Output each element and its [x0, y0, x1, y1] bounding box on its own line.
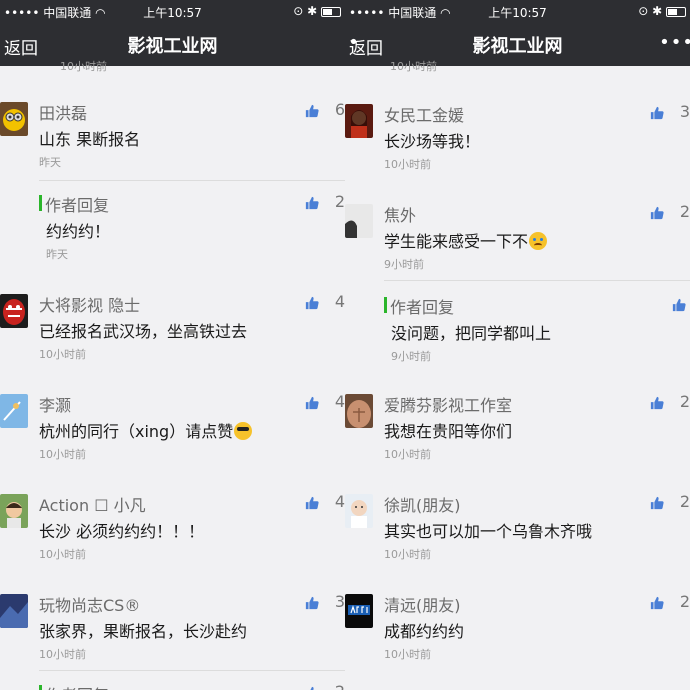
commenter-name[interactable]: 焦外 — [384, 202, 416, 226]
reply-time: 昨天 — [46, 248, 68, 261]
status-bar: ••••• 中国联通 ◠ 上午10:57 ⊙ ✱ — [345, 0, 690, 22]
comment-time: 10小时前 — [384, 448, 431, 461]
alarm-icon: ⊙ — [638, 4, 649, 18]
cool-emoji-icon — [234, 422, 253, 440]
nav-bar: 返回 影视工业网 — [0, 22, 345, 66]
page-title: 影视工业网 — [127, 36, 218, 57]
child-avatar — [0, 494, 28, 528]
comment-time: 10小时前 — [39, 648, 86, 661]
like-icon[interactable] — [305, 196, 319, 210]
comment-time: 10小时前 — [384, 648, 431, 661]
mountain-avatar — [0, 594, 28, 628]
like-icon[interactable] — [305, 496, 319, 510]
divider — [39, 670, 345, 671]
reply-text: 约约约！ — [46, 222, 111, 241]
comment-time: 10小时前 — [384, 548, 431, 561]
like-icon[interactable] — [672, 298, 686, 312]
bluetooth-icon: ✱ — [652, 4, 663, 18]
mask-avatar — [0, 294, 28, 328]
reply-label: 作者回复 — [45, 196, 110, 215]
comment-text: 成都约约约 — [384, 622, 465, 641]
reply-marker — [384, 297, 387, 313]
comment-text: 学生能来感受一下不 — [384, 228, 548, 252]
commenter-name[interactable]: 田洪磊 — [39, 100, 87, 124]
like-count: 2 — [335, 682, 345, 690]
reply-label: 作者回复 — [45, 682, 109, 690]
commenter-name[interactable]: 爱腾芬影视工作室 — [384, 392, 512, 416]
like-icon[interactable] — [305, 296, 319, 310]
alarm-icon: ⊙ — [293, 4, 304, 18]
battery-icon — [666, 6, 686, 17]
divider — [384, 280, 690, 281]
commenter-name[interactable]: 李灏 — [39, 392, 71, 416]
like-icon[interactable] — [650, 206, 664, 220]
comment-text: 我想在贵阳等你们 — [384, 422, 513, 441]
sketch-avatar — [345, 204, 373, 238]
commenter-name[interactable]: 大将影视 隐士 — [39, 292, 140, 316]
like-icon[interactable] — [650, 596, 664, 610]
commenter-name[interactable]: Action ☐ 小凡 — [39, 492, 146, 516]
like-icon[interactable] — [650, 106, 664, 120]
commenter-name[interactable]: 玩物尚志CS® — [39, 592, 140, 616]
comment-text: 长沙 必须约约约！！！ — [39, 522, 205, 541]
cutoff-time: 10小时前 — [60, 60, 107, 73]
comment-text: 张家界，果断报名，长沙赴约 — [39, 622, 248, 641]
status-bar: ••••• 中国联通 ◠ 上午10:57 ⊙ ✱ — [0, 0, 345, 22]
like-icon[interactable] — [305, 104, 319, 118]
comment-text: 已经报名武汉场，坐高铁过去 — [39, 322, 248, 341]
reply-text: 没问题，把同学都叫上 — [391, 324, 552, 343]
sky-avatar — [0, 394, 28, 428]
more-icon[interactable]: ••• — [659, 32, 690, 53]
woman-avatar — [345, 104, 373, 138]
like-icon[interactable] — [650, 396, 664, 410]
like-count: 2 — [334, 192, 345, 211]
comment-time: 10小时前 — [39, 348, 86, 361]
reply-marker — [39, 685, 42, 690]
like-count: 2 — [679, 202, 690, 221]
like-count: 4 — [334, 292, 345, 311]
arri-avatar — [345, 594, 373, 628]
right-screen: ••••• 中国联通 ◠ 上午10:57 ⊙ ✱ ••• 返回 影视工业网 ••… — [345, 0, 690, 690]
like-icon[interactable] — [305, 396, 319, 410]
divider — [39, 180, 345, 181]
like-count: 2 — [679, 392, 690, 411]
like-count: 3 — [679, 102, 690, 121]
like-icon[interactable] — [650, 496, 664, 510]
comment-time: 10小时前 — [39, 548, 86, 561]
like-icon[interactable] — [305, 596, 319, 610]
comment-text: 山东 果断报名 — [39, 130, 141, 149]
like-count: 6 — [334, 100, 345, 119]
left-screen: ••••• 中国联通 ◠ 上午10:57 ⊙ ✱ 返回 影视工业网 10小时前 … — [0, 0, 345, 690]
comment-list: 10小时前 田洪磊 山东 果断报名 昨天 6 作者回复 约约约！ 昨天 2 大将… — [0, 60, 345, 690]
comment-time: 10小时前 — [384, 158, 431, 171]
minion-avatar — [0, 102, 28, 136]
comment-text: 长沙场等我！ — [384, 132, 481, 151]
comment-list: 10小时前 女民工金媛 长沙场等我！ 10小时前 3 焦外 学生能来感受一下不 … — [345, 60, 690, 690]
comment-text: 其实也可以加一个乌鲁木齐哦 — [384, 522, 593, 541]
reply-marker — [39, 195, 42, 211]
page-title: 影视工业网 — [472, 36, 563, 57]
sad-emoji-icon — [529, 232, 548, 250]
bluetooth-icon: ✱ — [307, 4, 318, 18]
like-count: 4 — [334, 392, 345, 411]
like-count: 2 — [679, 492, 690, 511]
cutoff-time: 10小时前 — [390, 60, 437, 73]
like-count: 2 — [679, 592, 690, 611]
baby-avatar — [345, 494, 373, 528]
like-count: 4 — [334, 492, 345, 511]
comment-text: 杭州的同行（xing）请点赞 — [39, 418, 253, 442]
like-count: 3 — [334, 592, 345, 611]
reply-time: 9小时前 — [391, 350, 431, 363]
battery-icon — [321, 6, 341, 17]
commenter-name[interactable]: 女民工金媛 — [384, 102, 464, 126]
reply-label: 作者回复 — [390, 298, 455, 317]
comment-time: 9小时前 — [384, 258, 424, 271]
comment-time: 10小时前 — [39, 448, 86, 461]
commenter-name[interactable]: 徐凯(朋友) — [384, 492, 461, 516]
torso-avatar — [345, 394, 373, 428]
comment-time: 昨天 — [39, 156, 61, 169]
like-icon[interactable] — [305, 686, 319, 690]
commenter-name[interactable]: 清远(朋友) — [384, 592, 461, 616]
